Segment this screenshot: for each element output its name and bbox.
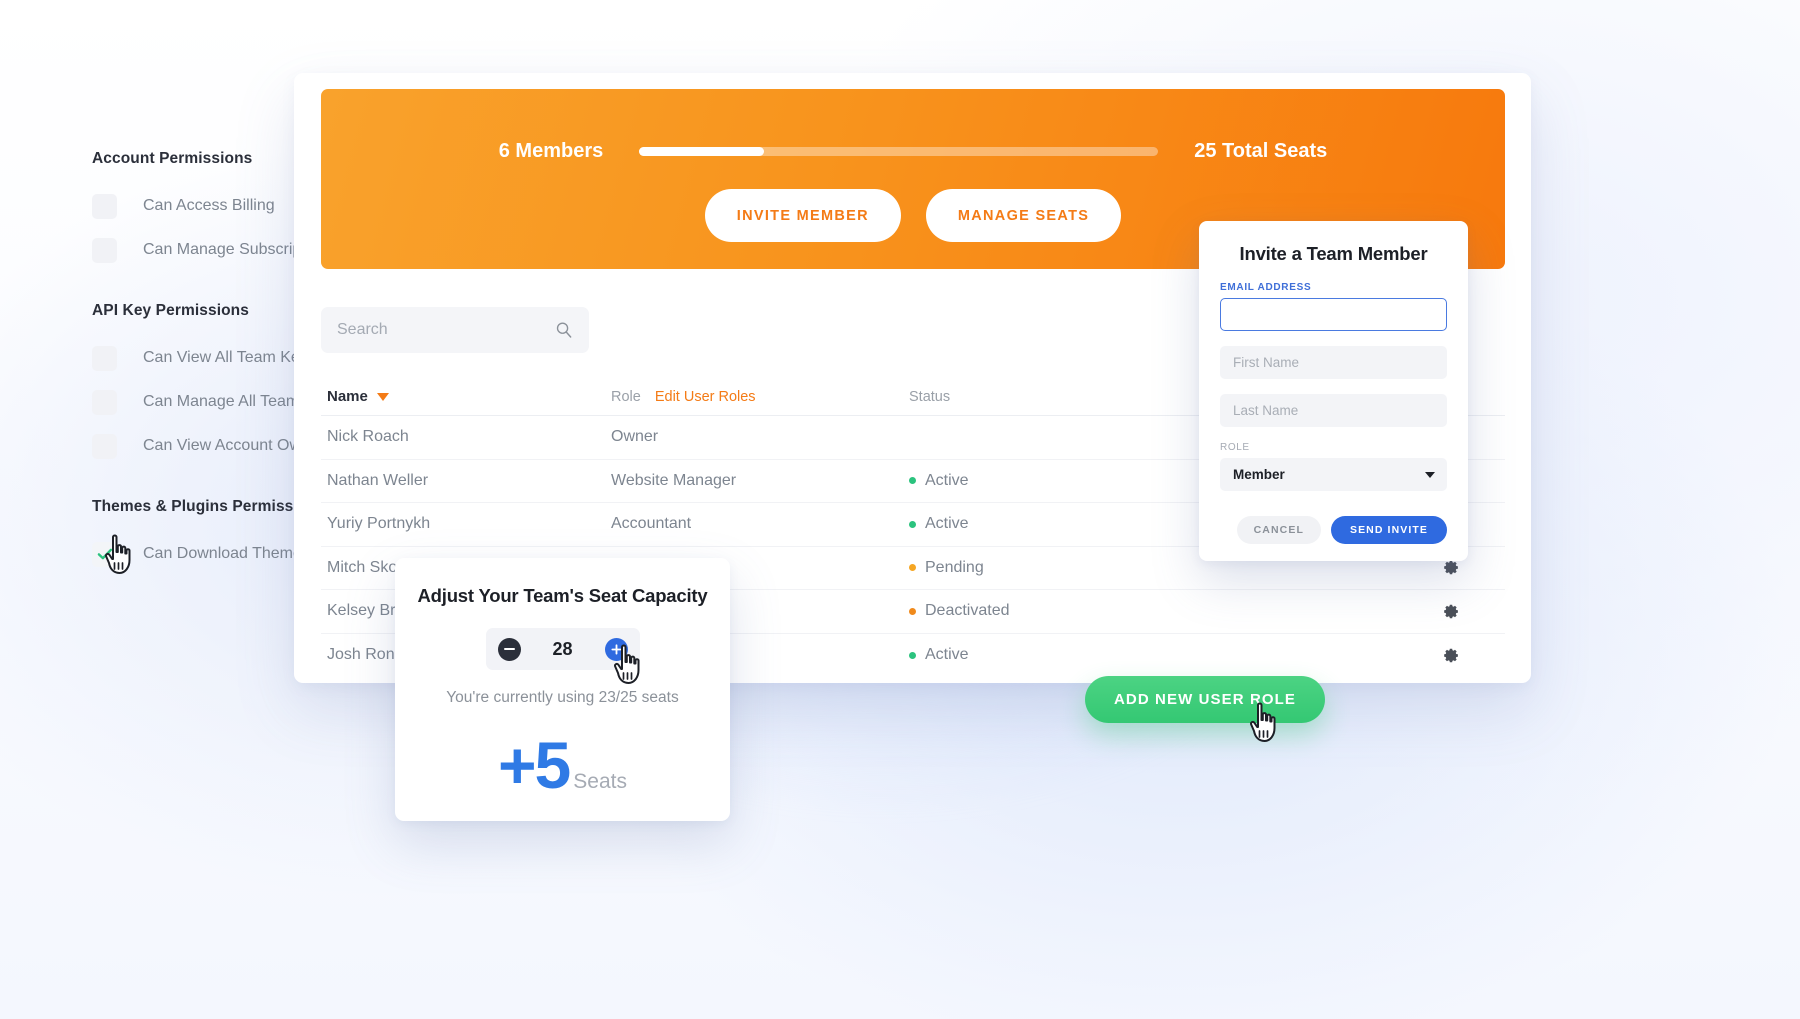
cell-status: Pending bbox=[909, 559, 1167, 577]
status-dot bbox=[909, 607, 916, 615]
cell-name: Yuriy Portnykh bbox=[327, 515, 431, 533]
role-field-label: ROLE bbox=[1220, 442, 1250, 453]
seats-progress-fill bbox=[639, 147, 764, 156]
seat-quantity-value: 28 bbox=[552, 638, 573, 659]
status-dot bbox=[909, 520, 916, 528]
caret-down-icon[interactable] bbox=[376, 392, 389, 401]
column-header-role: Role Edit User Roles bbox=[611, 389, 909, 405]
first-name-field[interactable] bbox=[1220, 346, 1447, 379]
cell-name: Nick Roach bbox=[327, 428, 409, 446]
seat-capacity-title: Adjust Your Team's Seat Capacity bbox=[417, 585, 708, 606]
status-label: Deactivated bbox=[925, 602, 1010, 620]
invite-member-button[interactable]: INVITE MEMBER bbox=[704, 189, 901, 242]
seat-capacity-popup: Adjust Your Team's Seat Capacity 28 You'… bbox=[395, 558, 730, 821]
cell-role: Owner bbox=[611, 428, 659, 446]
column-header-role-label: Role bbox=[611, 388, 641, 405]
status-label: Pending bbox=[925, 558, 984, 576]
total-seats-label: 25 Total Seats bbox=[1194, 140, 1328, 162]
status-dot bbox=[909, 477, 916, 485]
checkbox-can-manage-subscriptions[interactable] bbox=[92, 237, 117, 263]
minus-circle-icon bbox=[503, 647, 515, 651]
invite-modal-title: Invite a Team Member bbox=[1239, 243, 1428, 264]
column-header-status: Status bbox=[909, 388, 951, 405]
edit-user-roles-link[interactable]: Edit User Roles bbox=[655, 389, 756, 405]
cancel-button[interactable]: CANCEL bbox=[1236, 516, 1321, 544]
checkbox-can-access-billing[interactable] bbox=[92, 193, 117, 219]
search-box[interactable] bbox=[321, 307, 589, 353]
increment-seats-button[interactable] bbox=[604, 637, 628, 661]
status-label: Active bbox=[925, 515, 969, 533]
search-icon[interactable] bbox=[555, 321, 573, 339]
permission-label: Can Access Billing bbox=[143, 197, 275, 214]
checkbox-can-view-account-owners-keys[interactable] bbox=[92, 433, 117, 459]
email-field-label: EMAIL ADDRESS bbox=[1220, 282, 1312, 293]
plus-circle-icon bbox=[610, 643, 622, 655]
role-select-wrapper[interactable]: Member bbox=[1220, 458, 1447, 491]
seat-quantity-stepper[interactable]: 28 bbox=[485, 628, 640, 670]
gear-icon[interactable] bbox=[1443, 559, 1460, 576]
add-new-user-role-button[interactable]: ADD NEW USER ROLE bbox=[1085, 676, 1325, 723]
cell-status: Active bbox=[909, 646, 1167, 664]
cell-name: Nathan Weller bbox=[327, 471, 429, 489]
manage-seats-button[interactable]: MANAGE SEATS bbox=[925, 189, 1122, 242]
column-header-name-label: Name bbox=[327, 388, 368, 405]
status-dot bbox=[909, 651, 916, 659]
search-input[interactable] bbox=[337, 321, 555, 339]
seat-usage-text: You're currently using 23/25 seats bbox=[446, 689, 679, 706]
cell-account-permissions[interactable] bbox=[1167, 602, 1505, 620]
checkbox-can-download-themes-plugins[interactable] bbox=[92, 541, 117, 567]
members-count-label: 6 Members bbox=[498, 140, 604, 162]
role-select[interactable]: Member bbox=[1220, 458, 1447, 491]
email-field[interactable] bbox=[1220, 298, 1447, 331]
cell-role: Website Manager bbox=[611, 471, 737, 489]
column-header-name[interactable]: Name bbox=[321, 388, 611, 405]
seat-delta-unit: Seats bbox=[573, 770, 627, 793]
status-label: Active bbox=[925, 471, 969, 489]
cell-account-permissions[interactable] bbox=[1167, 646, 1505, 664]
checkbox-can-view-all-team-keys[interactable] bbox=[92, 345, 117, 371]
decrement-seats-button[interactable] bbox=[497, 637, 521, 661]
status-label: Active bbox=[925, 646, 969, 664]
seats-summary-row: 6 Members 25 Total Seats bbox=[321, 140, 1505, 163]
cell-status: Deactivated bbox=[909, 602, 1167, 620]
cell-status: Active bbox=[909, 472, 1167, 490]
invite-modal-actions: CANCEL SEND INVITE bbox=[1220, 516, 1447, 544]
seats-progress-bar bbox=[639, 147, 1159, 156]
gear-icon[interactable] bbox=[1443, 603, 1460, 620]
gear-icon[interactable] bbox=[1443, 647, 1460, 664]
cell-status: Active bbox=[909, 515, 1167, 533]
last-name-field[interactable] bbox=[1220, 394, 1447, 427]
send-invite-button[interactable]: SEND INVITE bbox=[1330, 516, 1447, 544]
seat-delta-number: +5 bbox=[498, 728, 571, 802]
invite-team-member-modal: Invite a Team Member EMAIL ADDRESS ROLE … bbox=[1199, 221, 1468, 561]
seat-delta: +5 Seats bbox=[395, 732, 730, 798]
checkbox-can-manage-all-teams-keys[interactable] bbox=[92, 389, 117, 415]
cell-role: Accountant bbox=[611, 515, 692, 533]
check-icon bbox=[97, 548, 112, 560]
permission-label: Can View All Team Keys bbox=[143, 349, 316, 366]
status-dot bbox=[909, 564, 916, 572]
cell-account-permissions[interactable] bbox=[1167, 559, 1505, 577]
